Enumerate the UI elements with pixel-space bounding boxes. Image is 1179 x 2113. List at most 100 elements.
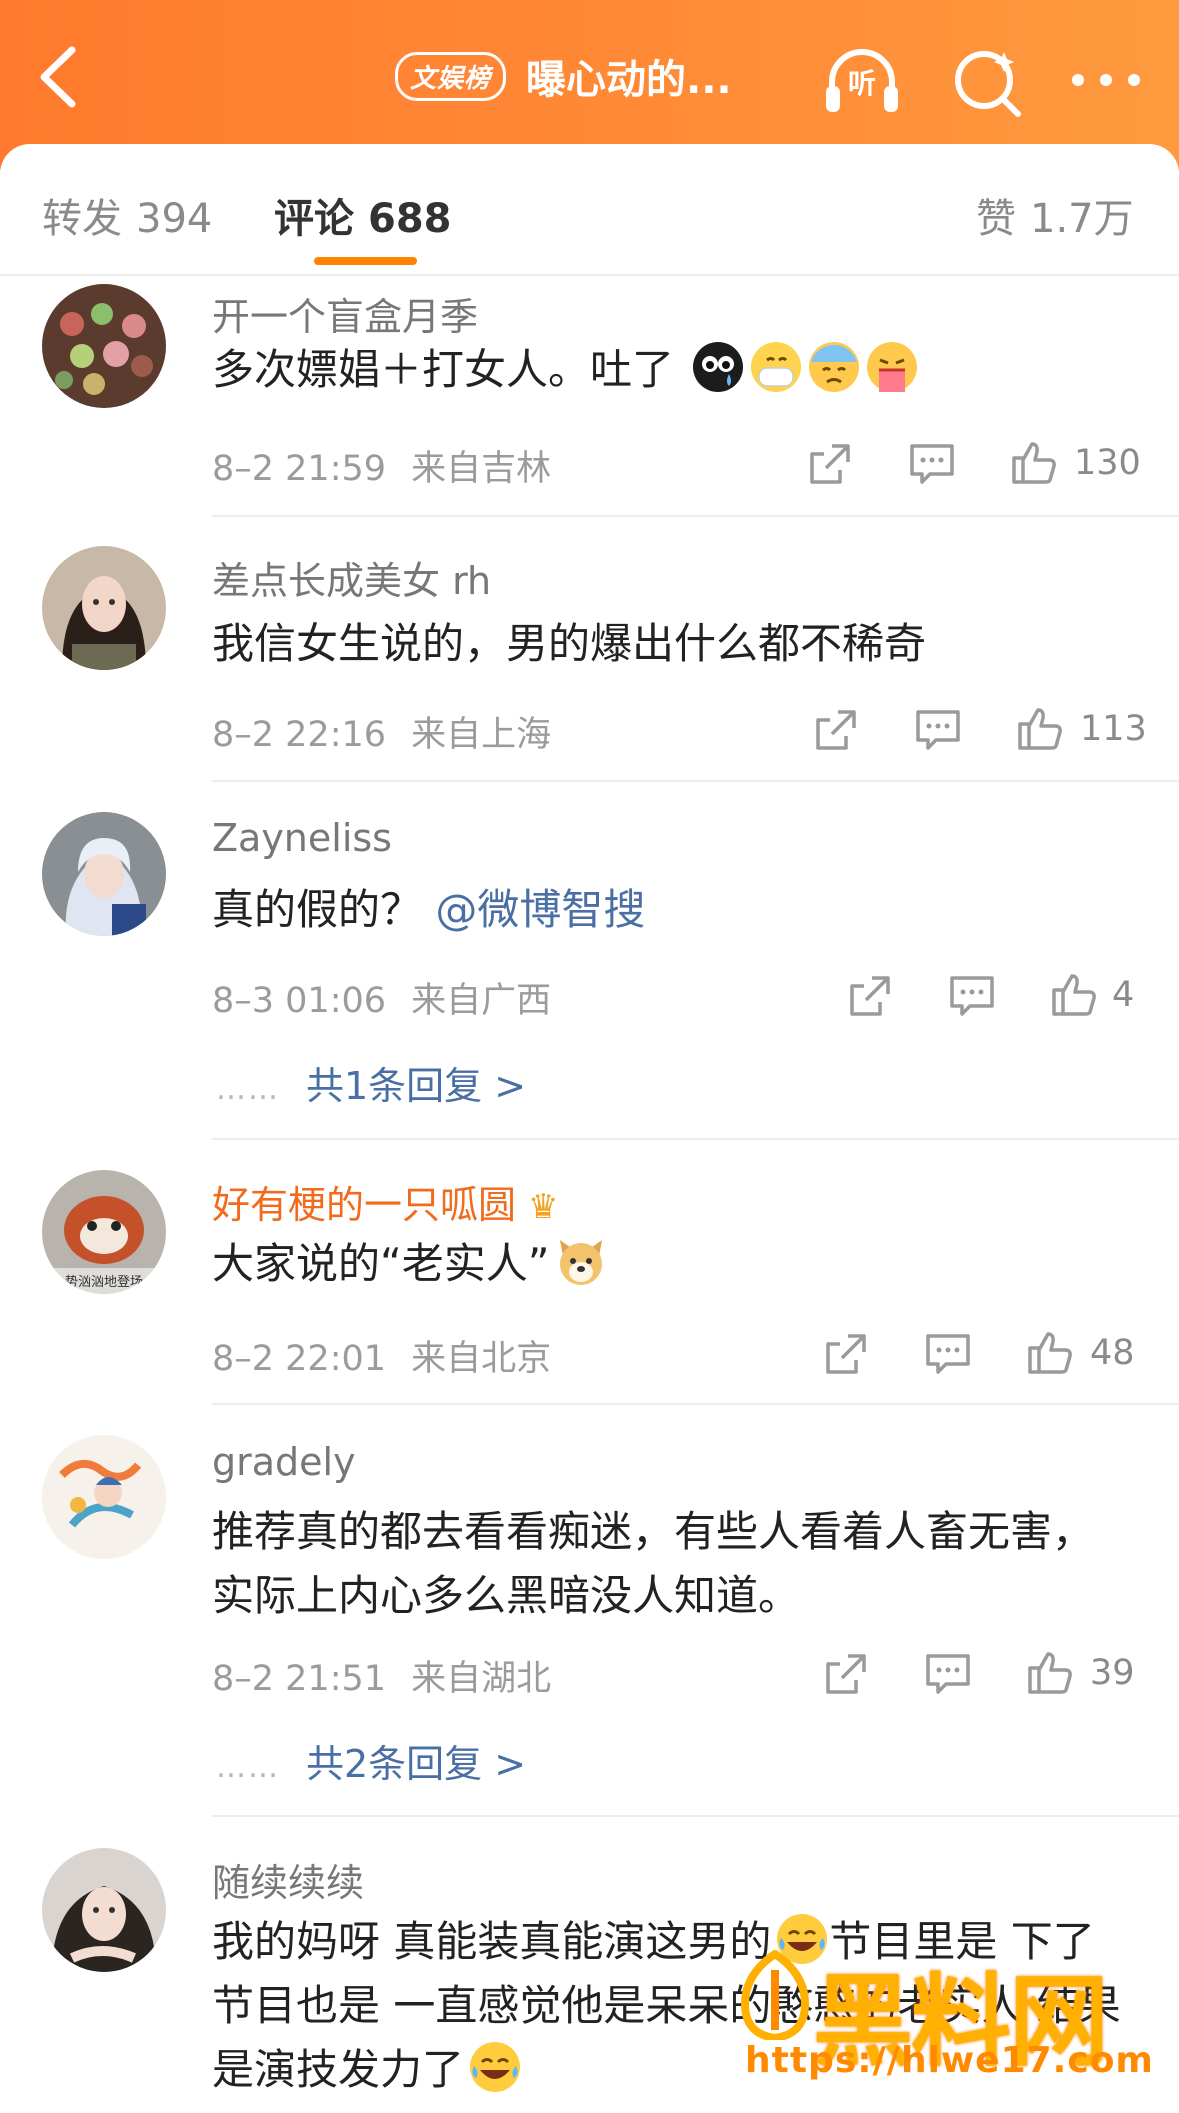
replies-dots: …… (216, 1072, 280, 1107)
crown-icon: ♛ (528, 1187, 559, 1227)
comment-time: 8–3 01:06 (212, 981, 387, 1021)
comment-text-content: 大家说的“老实人” (212, 1239, 550, 1288)
back-icon[interactable] (30, 42, 90, 112)
comment-location: 来自吉林 (411, 449, 552, 489)
comment-time: 8–2 21:59 (212, 449, 387, 489)
avatar[interactable] (42, 1435, 166, 1559)
tab-comments[interactable]: 评论 688 (274, 186, 452, 244)
more-icon[interactable] (1066, 42, 1146, 118)
comment-text: 大家说的“老实人” (212, 1232, 1142, 1296)
share-icon[interactable] (806, 440, 854, 488)
comment-text-content: 我的妈呀 真能装真能演这男的 (212, 1917, 772, 1966)
tab-comments-label: 评论 (274, 196, 354, 242)
username-text: 好有梗的一只呱圆 (212, 1183, 517, 1227)
comment-divider (212, 1138, 1179, 1140)
tab-likes-label: 赞 (976, 196, 1016, 242)
content-panel (0, 144, 1179, 2113)
comment-text-content: 真的假的？ (212, 885, 423, 934)
view-replies-link[interactable]: …… 共2条回复 > (216, 1733, 526, 1788)
comment-divider (212, 515, 1179, 517)
avatar[interactable] (42, 284, 166, 408)
cold-sweat-face-icon (807, 340, 861, 394)
like-count: 130 (1074, 443, 1141, 483)
comment-location: 来自上海 (411, 715, 552, 755)
dog-face-icon (554, 1234, 608, 1288)
username[interactable]: Zayneliss (212, 816, 392, 860)
comment-meta: 8–3 01:06 来自广西 (212, 972, 551, 1023)
replies-dots: …… (216, 1750, 280, 1785)
tab-reposts[interactable]: 转发 394 (42, 186, 212, 244)
like-icon[interactable] (1016, 704, 1064, 752)
username[interactable]: 好有梗的一只呱圆 ♛ (212, 1174, 559, 1229)
tab-likes[interactable]: 赞 1.7万 (976, 186, 1134, 244)
share-icon[interactable] (846, 972, 894, 1020)
like-count: 113 (1080, 709, 1147, 749)
username[interactable]: 随续续续 (212, 1852, 364, 1907)
like-icon[interactable] (1050, 970, 1098, 1018)
comment-time: 8–2 21:51 (212, 1659, 387, 1699)
username[interactable]: gradely (212, 1440, 356, 1484)
tab-comments-count: 688 (368, 196, 452, 242)
comment-meta: 8–2 21:51 来自湖北 (212, 1650, 551, 1701)
comment-text-content: 多次嫖娼＋打女人。吐了 (212, 345, 675, 394)
mention-link[interactable]: @微博智搜 (435, 885, 645, 934)
like-icon[interactable] (1026, 1328, 1074, 1376)
like-count: 4 (1112, 975, 1135, 1015)
avatar[interactable] (42, 546, 166, 670)
vomit-face-icon (865, 340, 919, 394)
view-replies-link[interactable]: …… 共1条回复 > (216, 1055, 526, 1110)
mask-face-icon (749, 340, 803, 394)
comment-meta: 8–2 22:16 来自上海 (212, 706, 551, 757)
like-icon[interactable] (1010, 438, 1058, 486)
username[interactable]: 开一个盲盒月季 (212, 286, 478, 341)
tabs-divider (0, 274, 1179, 276)
avatar[interactable]: 势汹汹地登场 (42, 1170, 166, 1294)
comment-icon[interactable] (924, 1330, 972, 1378)
comment-text: 我信女生说的，男的爆出什么都不稀奇 (212, 619, 927, 668)
comment-divider (212, 1403, 1179, 1405)
share-icon[interactable] (822, 1650, 870, 1698)
comment-text: 多次嫖娼＋打女人。吐了 (212, 338, 1142, 402)
comment-icon[interactable] (948, 972, 996, 1020)
comment-location: 来自湖北 (411, 1659, 552, 1699)
comment-text: 推荐真的都去看看痴迷，有些人看着人畜无害，实际上内心多么黑暗没人知道。 (212, 1507, 1095, 1620)
comment-meta: 8–2 22:01 来自北京 (212, 1330, 551, 1381)
comment-icon[interactable] (914, 706, 962, 754)
replies-label: 共1条回复 > (306, 1064, 527, 1108)
comment-time: 8–2 22:16 (212, 715, 387, 755)
comment-icon[interactable] (924, 1650, 972, 1698)
like-count: 48 (1090, 1333, 1135, 1373)
replies-label: 共2条回复 > (306, 1742, 527, 1786)
tab-likes-count: 1.7万 (1030, 196, 1134, 242)
topic-title-wrap[interactable]: 文娱榜 曝心动的... (395, 46, 732, 106)
username[interactable]: 差点长成美女 rh (212, 550, 491, 605)
avatar[interactable] (42, 812, 166, 936)
laughing-tears-face-icon (468, 2040, 522, 2094)
active-tab-indicator (314, 257, 417, 265)
comment-location: 来自北京 (411, 1339, 552, 1379)
search-icon[interactable] (948, 42, 1028, 118)
share-icon[interactable] (812, 706, 860, 754)
topic-tag: 文娱榜 (395, 51, 507, 101)
tab-reposts-count: 394 (136, 196, 213, 242)
watermark-logo-icon (735, 1949, 815, 2043)
share-icon[interactable] (822, 1330, 870, 1378)
listen-label: 听 (847, 67, 876, 100)
avatar[interactable] (42, 1848, 166, 1972)
tab-reposts-label: 转发 (42, 196, 122, 242)
headphones-icon[interactable]: 听 (822, 42, 902, 118)
like-count: 39 (1090, 1653, 1135, 1693)
comment-tabs: 转发 394 评论 688 赞 1.7万 (0, 144, 1179, 274)
watermark: 黑料网 https://hlwe17.com (735, 1940, 1165, 2110)
like-icon[interactable] (1026, 1648, 1074, 1696)
comment-divider (212, 1815, 1179, 1817)
page-title: 曝心动的... (526, 57, 732, 103)
avatar-caption: 势汹汹地登场 (65, 1274, 143, 1290)
comment-location: 来自广西 (411, 981, 552, 1021)
comment-icon[interactable] (908, 440, 956, 488)
comment-divider (212, 780, 1179, 782)
watermark-url: https://hlwe17.com (745, 2040, 1154, 2081)
comment-time: 8–2 22:01 (212, 1339, 387, 1379)
comment-text: 真的假的？ @微博智搜 (212, 878, 1142, 942)
comment-meta: 8–2 21:59 来自吉林 (212, 440, 551, 491)
